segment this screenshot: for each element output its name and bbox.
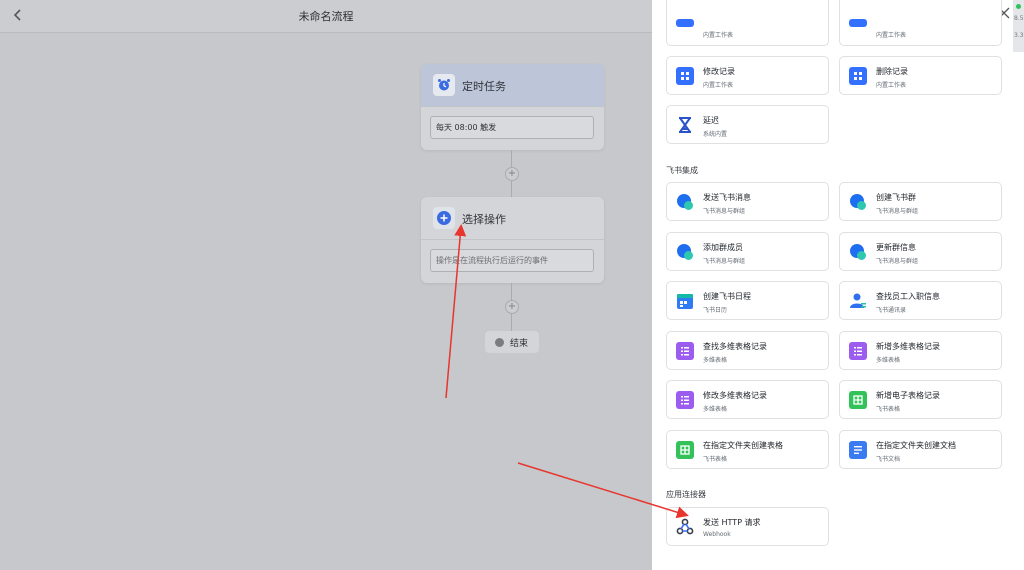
trigger-node-title: 定时任务 <box>462 80 506 93</box>
action-card-delete-record[interactable]: 删除记录 内置工作表 <box>839 56 1002 95</box>
action-card-delay[interactable]: 延迟 系统内置 <box>666 105 829 144</box>
action-card-add-group-member[interactable]: 添加群成员 飞书消息与群组 <box>666 232 829 271</box>
flow-canvas[interactable]: 未命名流程 定时任务 每天 08:00 触发 + 选择操作 操作是在流程执行后运… <box>0 0 652 570</box>
action-card-send-http-request[interactable]: 发送 HTTP 请求 Webhook <box>666 507 829 546</box>
action-card-find-base-record[interactable]: 查找多维表格记录 多维表格 <box>666 331 829 370</box>
end-dot-icon <box>495 338 504 347</box>
action-card-create-doc-in-folder[interactable]: 在指定文件夹创建文档 飞书文档 <box>839 430 1002 469</box>
trigger-schedule-field[interactable]: 每天 08:00 触发 <box>430 116 594 139</box>
action-card-create-feishu-event[interactable]: 创建飞书日程 飞书日历 <box>666 281 829 320</box>
action-card-find-employee[interactable]: 查找员工入职信息 飞书通讯录 <box>839 281 1002 320</box>
action-card-create-sheet-in-folder[interactable]: 在指定文件夹创建表格 飞书表格 <box>666 430 829 469</box>
add-step-plus-icon[interactable]: + <box>505 167 519 181</box>
section-label-connector: 应用连接器 <box>666 490 706 499</box>
add-step-plus-icon[interactable]: + <box>505 300 519 314</box>
chat-bubble-icon <box>849 193 867 211</box>
webhook-icon <box>676 518 694 536</box>
grid-icon <box>676 19 694 27</box>
top-bar: 未命名流程 <box>0 0 652 33</box>
grid-icon <box>849 19 867 27</box>
sheet-icon <box>849 391 867 409</box>
trigger-node-header: 定时任务 <box>421 64 604 107</box>
side-toolbar: 8.5 3.3 <box>1013 0 1024 52</box>
action-card-create-feishu-group[interactable]: 创建飞书群 飞书消息与群组 <box>839 182 1002 221</box>
action-node[interactable]: 选择操作 操作是在流程执行后运行的事件 <box>421 197 604 283</box>
hourglass-icon <box>676 116 694 134</box>
base-table-icon <box>849 342 867 360</box>
end-node-label: 结束 <box>510 339 529 349</box>
section-label-feishu: 飞书集成 <box>666 166 698 175</box>
action-card-partial[interactable]: 内置工作表 <box>666 0 829 46</box>
sheet-icon <box>676 441 694 459</box>
action-card-update-group-info[interactable]: 更新群信息 飞书消息与群组 <box>839 232 1002 271</box>
end-node[interactable]: 结束 <box>485 331 539 353</box>
trigger-node[interactable]: 定时任务 每天 08:00 触发 <box>421 64 604 150</box>
grid-icon <box>849 67 867 85</box>
chat-bubble-icon <box>676 193 694 211</box>
plus-circle-icon <box>433 207 455 229</box>
action-card-send-feishu-message[interactable]: 发送飞书消息 飞书消息与群组 <box>666 182 829 221</box>
action-card-add-sheet-record[interactable]: 新增电子表格记录 飞书表格 <box>839 380 1002 419</box>
action-node-title: 选择操作 <box>462 213 506 226</box>
action-node-header: 选择操作 <box>421 197 604 240</box>
action-card-partial[interactable]: 内置工作表 <box>839 0 1002 46</box>
status-dot-icon <box>1016 4 1021 9</box>
person-icon <box>849 292 867 310</box>
action-card-modify-base-record[interactable]: 修改多维表格记录 多维表格 <box>666 380 829 419</box>
action-card-add-base-record[interactable]: 新增多维表格记录 多维表格 <box>839 331 1002 370</box>
action-card-modify-record[interactable]: 修改记录 内置工作表 <box>666 56 829 95</box>
action-description-field[interactable]: 操作是在流程执行后运行的事件 <box>430 249 594 272</box>
base-table-icon <box>676 342 694 360</box>
page-title: 未命名流程 <box>298 10 354 23</box>
action-panel: 操作 内置工作表 内置工作表 修改记录 内置工作表 删除记录 内置工作表 延迟 … <box>652 0 1024 570</box>
doc-icon <box>849 441 867 459</box>
calendar-icon <box>676 292 694 310</box>
alarm-clock-icon <box>433 74 455 96</box>
chat-bubble-icon <box>676 243 694 261</box>
base-table-icon <box>676 391 694 409</box>
chat-bubble-icon <box>849 243 867 261</box>
grid-icon <box>676 67 694 85</box>
